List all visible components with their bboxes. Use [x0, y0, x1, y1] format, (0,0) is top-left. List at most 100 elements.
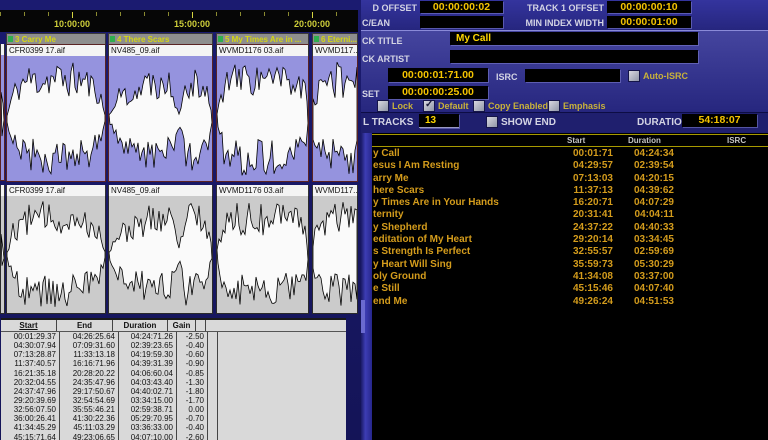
list-header-start[interactable]: Start — [567, 136, 585, 145]
column-header-gain[interactable]: Gain — [168, 320, 196, 331]
isrc-field[interactable] — [525, 69, 620, 82]
waveform-segment-my-times-2[interactable]: WVMD1176 03.aif — [216, 185, 309, 314]
upc-ean-field[interactable] — [420, 16, 503, 28]
waveform-bottom[interactable] — [0, 196, 5, 314]
cd-track-row[interactable]: esus I Am Resting 04:29:57 02:39:54 — [361, 160, 768, 172]
waveform-segment-eternity[interactable]: 6 Eterni... WVMD117... — [312, 33, 358, 182]
waveform-top[interactable] — [6, 56, 106, 182]
cell-spare — [208, 414, 218, 423]
segment-filename: WVMD1176 03.aif — [216, 185, 309, 196]
table-row[interactable]: 41:34:45.29 45:11:03.29 03:36:33.00 -0.4… — [1, 423, 346, 432]
timeline-tick — [312, 12, 313, 18]
waveform-graphic — [1, 196, 4, 313]
track-duration: 02:39:54 — [599, 160, 674, 171]
track-start-field[interactable]: 00:00:01:71.00 — [388, 68, 488, 82]
segment-header[interactable]: 4 There Scars — [108, 33, 213, 45]
waveform-top[interactable] — [0, 55, 5, 181]
disc-duration-field[interactable]: 54:18:07 — [682, 114, 757, 127]
copy-enabled-checkbox[interactable] — [473, 100, 485, 112]
cd-track-row[interactable]: ternity 20:31:41 04:04:11 — [361, 209, 768, 221]
cd-track-row[interactable]: y Times Are in Your Hands 16:20:71 04:07… — [361, 197, 768, 209]
list-header-isrc[interactable]: ISRC — [727, 136, 746, 145]
waveform-top[interactable] — [312, 56, 358, 182]
waveform-bottom[interactable] — [312, 196, 358, 314]
list-rule — [372, 146, 768, 147]
cell-spare — [208, 369, 218, 378]
table-row[interactable]: 45:15:71.64 49:23:06.65 04:07:10.00 -2.6… — [1, 433, 346, 440]
waveform-top[interactable] — [216, 56, 309, 182]
timeline-tick — [144, 12, 145, 16]
cd-track-row[interactable]: end Me 49:26:24 04:51:53 — [361, 296, 768, 308]
waveform-top[interactable] — [108, 56, 213, 182]
timeline-label: 15:00:00 — [174, 19, 210, 29]
column-header-end[interactable]: End — [57, 320, 113, 331]
waveform-segment-partial[interactable] — [0, 185, 5, 314]
cd-track-row[interactable]: s Strength Is Perfect 32:55:57 02:59:69 — [361, 246, 768, 258]
track-duration: 04:04:11 — [599, 209, 674, 220]
min-index-width-field[interactable]: 00:00:01:00 — [607, 16, 691, 28]
track-title-field[interactable]: My Call — [450, 32, 698, 45]
table-row[interactable]: 36:00:26.41 41:30:22.36 05:29:70.95 -0.7… — [1, 414, 346, 423]
cd-track-row[interactable]: here Scars 11:37:13 04:39:62 — [361, 185, 768, 197]
waveform-segment-there-scars-2[interactable]: NV485_09.aif — [108, 185, 213, 314]
table-row[interactable]: 20:32:04.55 24:35:47.96 04:03:43.40 -1.3… — [1, 378, 346, 387]
waveform-segment-there-scars[interactable]: 4 There Scars NV485_09.aif — [108, 33, 213, 182]
waveform-segment-carry-me[interactable]: 3 Carry Me CFR0399 17.aif — [6, 33, 106, 182]
waveform-segment-eternity-2[interactable]: WVMD117... — [312, 185, 358, 314]
cell-gain: -2.60 — [177, 433, 208, 440]
default-checkbox[interactable] — [423, 100, 435, 112]
cell-spare — [208, 387, 218, 396]
table-row[interactable]: 11:37:40.57 16:16:71.96 04:39:31.39 -0.9… — [1, 359, 346, 368]
waveform-segment-partial[interactable] — [0, 44, 5, 181]
column-header-duration[interactable]: Duration — [113, 320, 168, 331]
track1-offset-field[interactable]: 00:00:00:10 — [607, 1, 691, 13]
timeline-ruler[interactable]: 10:00:00 15:00:00 20:00:00 — [0, 10, 358, 32]
timeline-tick — [72, 12, 73, 18]
cd-track-row[interactable]: y Call 00:01:71 04:24:34 — [361, 148, 768, 160]
cd-track-row[interactable]: y Shepherd 24:37:22 04:40:33 — [361, 222, 768, 234]
cd-track-row[interactable]: oly Ground 41:34:08 03:37:00 — [361, 271, 768, 283]
table-row[interactable]: 29:20:39.69 32:54:54.69 03:34:15.00 -1.7… — [1, 396, 346, 405]
auto-isrc-checkbox[interactable] — [628, 70, 640, 82]
cd-track-row[interactable]: e Still 45:15:46 04:07:40 — [361, 283, 768, 295]
track-artist-field[interactable] — [450, 50, 698, 63]
segment-header[interactable]: 6 Eterni... — [312, 33, 358, 45]
waveform-segment-my-times[interactable]: 5 My Times Are in ... WVMD1176 03.aif — [216, 33, 309, 182]
waveform-segment-carry-me-2[interactable]: CFR0399 17.aif — [6, 185, 106, 314]
table-row[interactable]: 16:21:35.18 20:28:20.22 04:06:60.04 -0.8… — [1, 369, 346, 378]
track-offset-field[interactable]: 00:00:00:25.00 — [388, 86, 488, 99]
segment-header[interactable]: 5 My Times Are in ... — [216, 33, 309, 45]
track-name: y Shepherd — [373, 222, 427, 233]
total-tracks-field[interactable]: 13 — [419, 114, 459, 128]
cd-track-row[interactable]: editation of My Heart 29:20:14 03:34:45 — [361, 234, 768, 246]
table-row[interactable]: 04:30:07.94 07:09:31.60 02:39:23.65 -0.4… — [1, 341, 346, 350]
cell-duration: 03:36:33.00 — [119, 423, 177, 432]
disc-offset-field[interactable]: 00:00:00:02 — [420, 1, 503, 13]
timeline-tick — [288, 12, 289, 16]
emphasis-checkbox[interactable] — [548, 100, 560, 112]
waveform-graphic — [7, 56, 105, 181]
segment-header[interactable]: 3 Carry Me — [6, 33, 106, 45]
waveform-bottom[interactable] — [6, 196, 106, 314]
waveform-bottom[interactable] — [216, 196, 309, 314]
table-header-row[interactable]: Start End Duration Gain — [1, 320, 346, 332]
table-row[interactable]: 24:37:47.96 29:17:50.67 04:40:02.71 -1.8… — [1, 387, 346, 396]
offset-label: SET — [362, 89, 380, 99]
column-header-start[interactable]: Start — [1, 320, 57, 331]
cell-end: 07:09:31.60 — [60, 341, 119, 350]
table-row[interactable]: 00:01:29.37 04:26:25.64 04:24:71.26 -2.5… — [1, 332, 346, 341]
lock-checkbox[interactable] — [377, 100, 389, 112]
list-header-duration[interactable]: Duration — [628, 136, 661, 145]
cd-track-row[interactable]: arry Me 07:13:03 04:20:15 — [361, 173, 768, 185]
cell-duration: 03:34:15.00 — [119, 396, 177, 405]
cd-track-row[interactable]: y Heart Will Sing 35:59:73 05:30:29 — [361, 259, 768, 271]
show-end-checkbox[interactable] — [486, 116, 498, 128]
table-row[interactable]: 32:56:07.50 35:55:46.21 02:59:38.71 0.00 — [1, 405, 346, 414]
column-header-spare — [196, 320, 206, 331]
table-row[interactable]: 07:13:28.87 11:33:13.18 04:19:59.30 -0.6… — [1, 350, 346, 359]
waveform-graphic — [217, 196, 308, 313]
track-name: arry Me — [373, 173, 409, 184]
segment-filename: WVMD117... — [312, 185, 358, 196]
cell-end: 45:11:03.29 — [60, 423, 119, 432]
waveform-bottom[interactable] — [108, 196, 213, 314]
